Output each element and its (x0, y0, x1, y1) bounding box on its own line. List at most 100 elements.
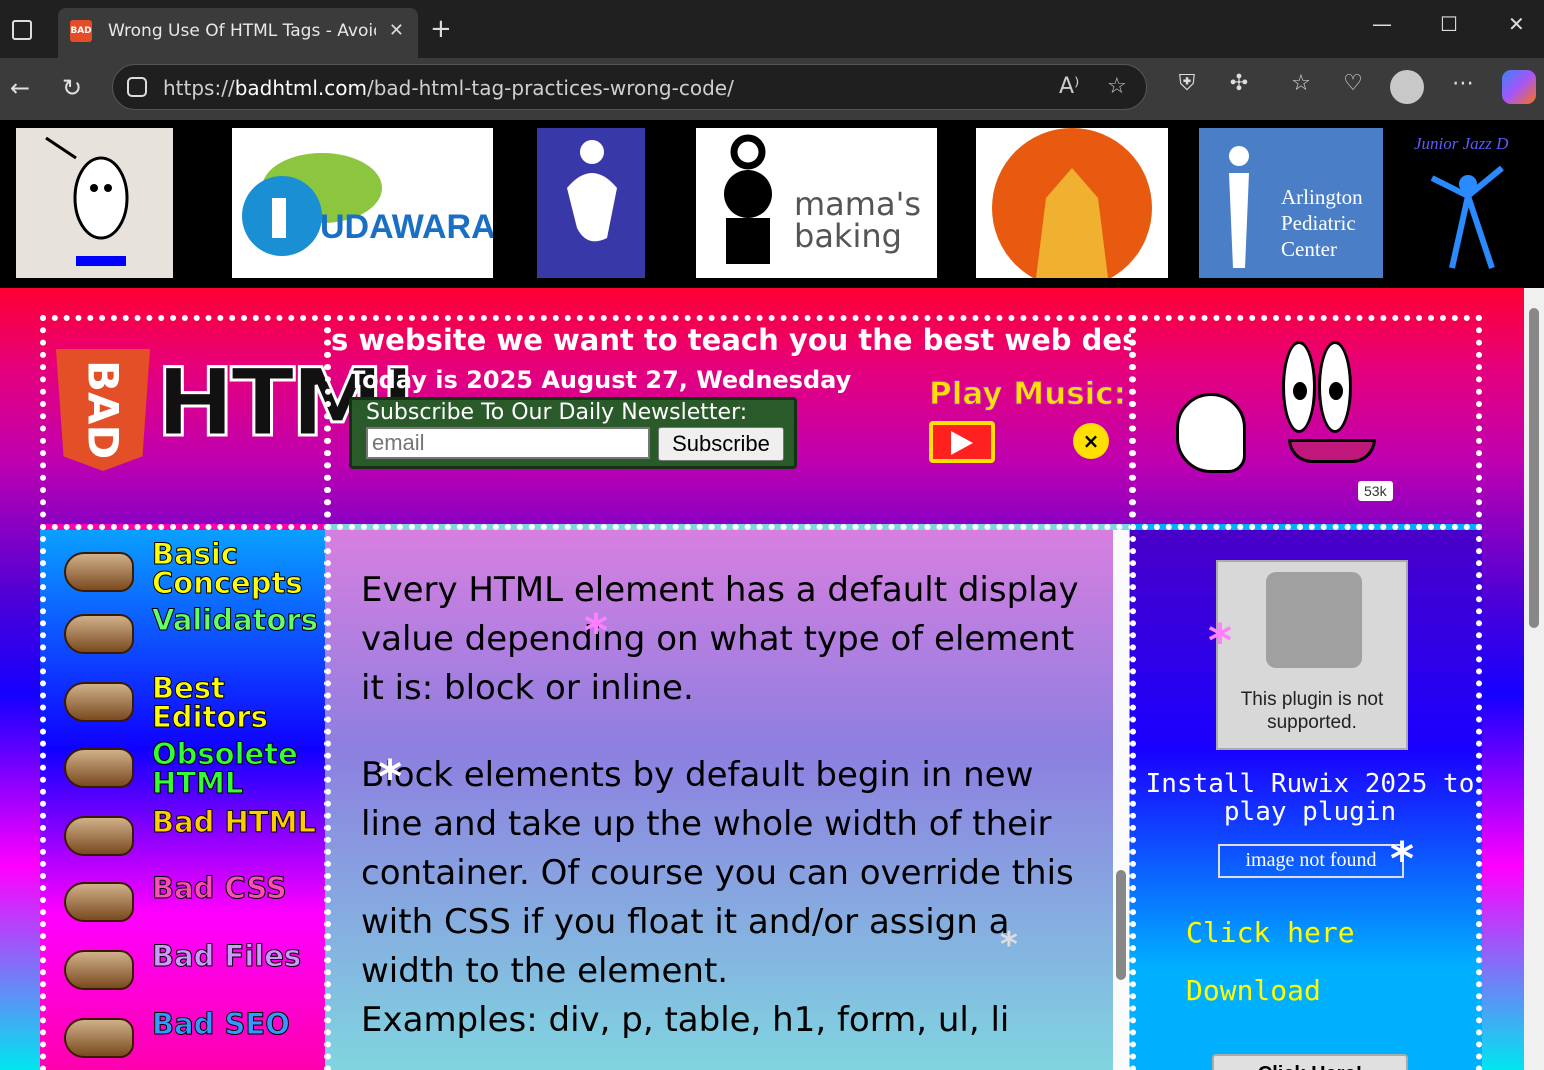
date-text: Today is 2025 August 27, Wednesday (349, 366, 852, 394)
address-bar[interactable]: https://badhtml.com/bad-html-tag-practic… (112, 64, 1147, 110)
broken-image[interactable]: image not found (1218, 844, 1404, 878)
main-content: Every HTML element has a default display… (325, 524, 1135, 1070)
sparkle-star-icon: * (1208, 614, 1233, 668)
temple-sun-icon (992, 128, 1152, 278)
tab-title: Wrong Use Of HTML Tags - Avoid (108, 21, 376, 41)
extension-shield-icon[interactable]: ⛨ (1172, 71, 1202, 101)
subscribe-button[interactable]: Subscribe (658, 427, 784, 461)
nav-item-validators[interactable]: Validators (60, 605, 336, 670)
content-scrollbar[interactable] (1113, 530, 1129, 1070)
header-mascot-box: 53k (1130, 315, 1482, 530)
nav-label[interactable]: Basic Concepts (152, 539, 304, 598)
scroll-thumb[interactable] (1116, 870, 1126, 980)
right-sidebar: This plugin is not supported. Install Ru… (1130, 524, 1482, 1070)
favorite-star-icon[interactable]: ☆ (1107, 74, 1127, 99)
lock-icon[interactable] (127, 77, 147, 97)
ad-jazz[interactable]: Junior Jazz D (1412, 128, 1524, 278)
nav-item-best-editors[interactable]: Best Editors (60, 673, 336, 738)
sparkle-star-icon: * (378, 750, 403, 804)
nav-item-bad-css[interactable]: Bad CSS (60, 873, 336, 938)
nav-label[interactable]: Bad SEO (152, 1009, 291, 1039)
site-logo[interactable]: BAD HTML (56, 348, 442, 474)
nav-label[interactable]: Bad HTML (152, 807, 317, 837)
extensions-puzzle-icon[interactable]: ✣ (1224, 71, 1254, 101)
kudawara-text: UDAWARA (320, 208, 493, 246)
mama-figure-icon (724, 134, 772, 264)
family-figure-icon (1229, 146, 1249, 268)
favicon-icon: BAD (70, 20, 92, 42)
click-here-link[interactable]: Click here (1186, 916, 1355, 949)
maximize-icon[interactable]: ☐ (1440, 12, 1458, 36)
unsupported-plugin: This plugin is not supported. (1216, 560, 1408, 750)
window-menu-icon[interactable] (12, 20, 32, 40)
nav-label[interactable]: Bad CSS (152, 873, 288, 903)
ad-mamas-baking[interactable]: mama's baking (696, 128, 937, 278)
jazz-text: Junior Jazz D (1414, 134, 1509, 153)
install-ruwix-text: Install Ruwix 2025 to play plugin (1145, 769, 1475, 827)
play-music-button[interactable] (929, 421, 995, 463)
new-tab-button[interactable]: + (430, 14, 452, 44)
nav-item-bad-html[interactable]: Bad HTML (60, 807, 336, 872)
page-viewport: UDAWARA mama's baking Arlington Pediatri… (0, 120, 1544, 1070)
minimize-icon[interactable]: — (1372, 12, 1392, 36)
view-counter-badge: 53k (1358, 481, 1393, 501)
tab-active[interactable]: BAD Wrong Use Of HTML Tags - Avoid ✕ (58, 8, 418, 58)
click-here-button[interactable]: Click Here! (1212, 1054, 1408, 1070)
nav-label[interactable]: Best Editors (152, 673, 336, 732)
ad-montsat[interactable] (16, 128, 173, 278)
pointing-finger-icon (64, 950, 134, 990)
kudawara-logo-icon (242, 153, 382, 256)
nav-label[interactable]: Obsolete HTML (152, 739, 299, 798)
ad-temple[interactable] (976, 128, 1168, 278)
paragraph-block-elements: Block elements by default begin in new l… (361, 755, 1074, 991)
back-icon[interactable]: ← (10, 72, 30, 104)
paragraph-examples: Examples: div, p, table, h1, form, ul, l… (361, 1000, 1010, 1040)
nav-item-obsolete-html[interactable]: Obsolete HTML (60, 739, 336, 804)
copilot-icon[interactable] (1502, 70, 1536, 104)
header-logo-box: BAD HTML (40, 315, 442, 530)
nav-item-bad-seo[interactable]: Bad SEO (60, 1009, 336, 1070)
ad-kudawara[interactable]: UDAWARA (232, 128, 493, 278)
marquee-text: s website we want to teach you the best … (331, 323, 1131, 357)
browser-toolbar: ← ↻ https://badhtml.com/bad-html-tag-pra… (0, 58, 1544, 120)
health-icon[interactable]: ♡ (1338, 71, 1368, 101)
puzzle-piece-icon (1266, 572, 1362, 668)
pointing-finger-icon (64, 816, 134, 856)
tab-close-icon[interactable]: ✕ (389, 20, 404, 41)
page-scrollbar[interactable] (1524, 288, 1544, 1070)
nav-label[interactable]: Validators (152, 605, 319, 635)
close-window-icon[interactable]: ✕ (1508, 12, 1525, 36)
child-figure-icon (567, 140, 617, 242)
ad-childrens-center[interactable] (537, 128, 645, 278)
ad-banner: UDAWARA mama's baking Arlington Pediatri… (0, 120, 1544, 288)
cartoon-mouth-icon (1288, 439, 1376, 463)
more-menu-icon[interactable]: ⋯ (1448, 71, 1478, 101)
page-scroll-thumb[interactable] (1529, 308, 1539, 628)
arlington-text: Arlington Pediatric Center (1281, 185, 1363, 261)
pointing-finger-icon (64, 748, 134, 788)
sparkle-star-icon: * (1000, 925, 1018, 965)
nav-label[interactable]: Bad Files (151, 941, 301, 971)
stop-music-button[interactable]: × (1073, 423, 1109, 459)
download-link[interactable]: Download (1186, 974, 1321, 1007)
cartoon-eyes-icon (1282, 341, 1356, 441)
play-icon (951, 431, 973, 455)
newsletter-label: Subscribe To Our Daily Newsletter: (366, 400, 748, 425)
nav-item-bad-files[interactable]: Bad Files (60, 941, 336, 1006)
profile-avatar[interactable] (1390, 70, 1424, 104)
logo-bad-text: BAD (56, 349, 150, 471)
nav-item-basic-concepts[interactable]: Basic Concepts (60, 539, 336, 604)
cartoon-egg-icon (45, 136, 129, 266)
reload-icon[interactable]: ↻ (62, 72, 82, 104)
sparkle-star-icon: * (584, 604, 609, 658)
email-field[interactable] (366, 427, 650, 459)
mamas-baking-text: mama's baking (794, 185, 922, 255)
pointing-finger-icon (64, 882, 134, 922)
paragraph-display-value: Every HTML element has a default display… (361, 570, 1079, 708)
ad-arlington[interactable]: Arlington Pediatric Center (1199, 128, 1383, 278)
read-aloud-icon[interactable]: A⁾ (1059, 74, 1079, 99)
url-text[interactable]: https://badhtml.com/bad-html-tag-practic… (163, 76, 734, 100)
favorites-icon[interactable]: ☆ (1286, 71, 1316, 101)
pointing-hand-icon (1176, 393, 1246, 473)
pointing-finger-icon (64, 1018, 134, 1058)
